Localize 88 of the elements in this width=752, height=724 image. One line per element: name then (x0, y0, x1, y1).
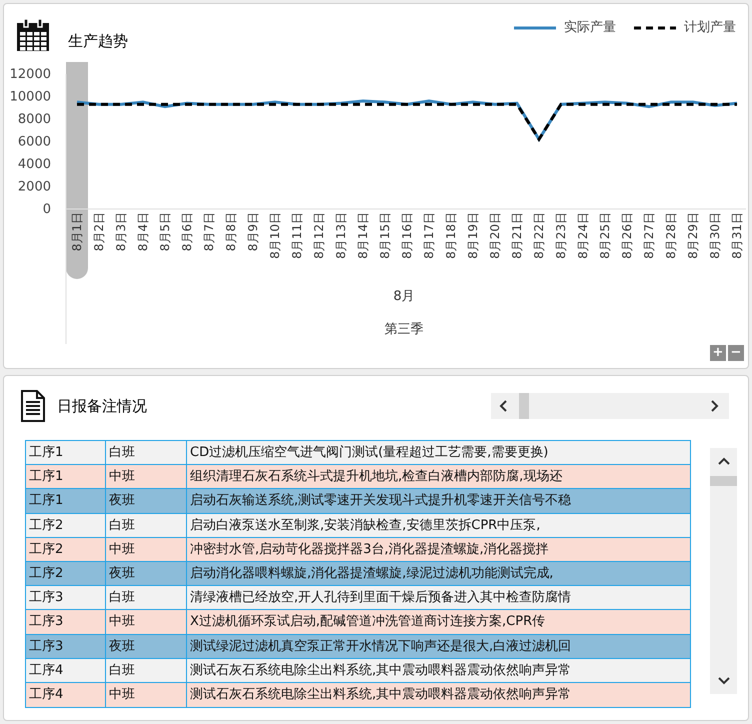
x-tick-label: 8月11日 (290, 212, 304, 259)
x-tick-label: 8月3日 (114, 212, 128, 252)
x-axis-label: 8月 (393, 289, 415, 304)
x-tick-label: 8月8日 (224, 212, 238, 252)
y-tick-label: 0 (42, 202, 51, 217)
chart-title: 生产趋势 (68, 31, 128, 52)
x-tick-label: 8月10日 (268, 212, 282, 259)
x-tick-label: 8月9日 (246, 212, 260, 252)
table-cell: 夜班 (106, 634, 187, 658)
x-tick-label: 8月23日 (554, 212, 568, 259)
table-cell: 工序3 (26, 634, 106, 658)
category-highlight[interactable] (66, 62, 88, 279)
table-cell-text: 启动白液泵送水至制浆,安装消缺检查,安德里茨拆CPR中压泵, (189, 516, 542, 535)
y-tick-label: 2000 (18, 180, 51, 194)
x-tick-label: 8月18日 (444, 212, 458, 259)
vertical-scrollbar[interactable] (710, 448, 737, 694)
x-tick-label: 8月16日 (400, 212, 414, 259)
table-cell: 工序3 (26, 610, 106, 634)
table-cell-text: 冲密封水管,启动苛化器搅拌器3台,消化器提渣螺旋,消化器搅拌 (189, 540, 550, 559)
x-tick-label: 8月7日 (202, 212, 216, 252)
x-tick-label: 8月15日 (378, 212, 392, 259)
x-tick-label: 8月19日 (466, 212, 480, 259)
x-tick-label: 8月14日 (356, 212, 370, 259)
x-tick-label: 8月2日 (92, 212, 106, 252)
zoom-in-button[interactable]: + (710, 345, 726, 361)
x-tick-label: 8月6日 (180, 212, 194, 252)
table-cell-text: X过滤机循环泵试启动,配碱管道冲洗管道商讨连接方案,CPR传 (189, 613, 546, 632)
table-cell: 中班 (106, 682, 187, 708)
y-tick-label: 4000 (18, 157, 51, 172)
y-tick-label: 10000 (10, 90, 51, 104)
table-cell-text: 测试石灰石系统电除尘出料系统,其中震动喂料器震动依然响声异常 (189, 686, 572, 704)
horizontal-scrollbar[interactable] (491, 393, 729, 419)
x-tick-label: 8月12日 (312, 212, 326, 259)
x-tick-label: 8月29日 (686, 212, 700, 259)
table-cell-text: 清绿液槽已经放空,开人孔待到里面干燥后预备进入其中检查防腐情 (189, 589, 572, 608)
table-cell: 中班 (106, 610, 187, 634)
scroll-thumb[interactable] (519, 393, 529, 419)
document-icon (21, 390, 45, 422)
x-tick-label: 8月21日 (510, 212, 524, 259)
calendar-icon (16, 18, 50, 52)
table-cell: 工序1 (26, 441, 106, 464)
x-tick-label: 8月30日 (708, 212, 722, 259)
x-tick-label: 8月25日 (598, 212, 612, 259)
table-cell: 工序4 (26, 682, 106, 708)
table-cell: 工序3 (26, 586, 106, 610)
table-cell: 夜班 (106, 562, 187, 586)
x-tick-label: 8月22日 (532, 212, 546, 259)
x-tick-label: 8月24日 (576, 212, 590, 259)
table-cell: 白班 (106, 586, 187, 610)
x-tick-label: 8月4日 (136, 212, 150, 252)
x-tick-label: 8月27日 (642, 212, 656, 259)
x-group-label: 第三季 (384, 322, 424, 337)
table-cell: 中班 (106, 465, 187, 488)
table-cell-text: 测试绿泥过滤机真空泵正常开水情况下响声还是很大,白液过滤机回 (189, 638, 572, 656)
x-tick-label: 8月5日 (158, 212, 172, 252)
table-cell: 工序2 (26, 538, 106, 561)
line-legend-icon (514, 26, 556, 30)
x-tick-label: 8月13日 (334, 212, 348, 259)
y-tick-label: 8000 (18, 112, 51, 127)
table-cell: 工序4 (26, 658, 106, 682)
legend-label: 计划产量 (684, 19, 736, 37)
x-tick-label: 8月31日 (730, 212, 744, 259)
legend-label: 实际产量 (564, 19, 616, 37)
table-cell-text: 启动消化器喂料螺旋,消化器提渣螺旋,绿泥过滤机功能测试完成, (189, 564, 554, 583)
table-cell-text: CD过滤机压缩空气进气阀门测试(量程超过工艺需要,需要更换) (189, 444, 550, 462)
x-tick-label: 8月1日 (70, 212, 84, 252)
scroll-thumb[interactable] (710, 476, 737, 486)
dashed-line-legend-icon (634, 26, 676, 30)
notes-title: 日报备注情况 (57, 396, 147, 417)
x-tick-label: 8月28日 (664, 212, 678, 259)
x-tick-label: 8月17日 (422, 212, 436, 259)
table-cell: 白班 (106, 514, 187, 537)
table-cell-text: 组织清理石灰石系统斗式提升机地坑,检查白液槽内部防腐,现场还 (189, 468, 564, 486)
zoom-out-button[interactable]: − (728, 345, 744, 361)
table-cell: 工序2 (26, 562, 106, 586)
table-cell-text: 启动石灰输送系统,测试零速开关发现斗式提升机零速开关信号不稳 (189, 492, 572, 510)
table-cell: 白班 (106, 441, 187, 464)
table-cell: 工序1 (26, 489, 106, 513)
y-tick-label: 6000 (18, 134, 51, 150)
x-tick-label: 8月20日 (488, 212, 502, 259)
x-tick-label: 8月26日 (620, 212, 634, 259)
y-tick-label: 12000 (10, 67, 51, 82)
table-cell: 工序2 (26, 514, 106, 537)
table-cell: 夜班 (106, 489, 187, 513)
table-cell: 白班 (106, 658, 187, 682)
table-cell-text: 测试石灰石系统电除尘出料系统,其中震动喂料器震动依然响声异常 (189, 662, 572, 680)
table-cell: 中班 (106, 538, 187, 561)
table-cell: 工序1 (26, 465, 106, 488)
